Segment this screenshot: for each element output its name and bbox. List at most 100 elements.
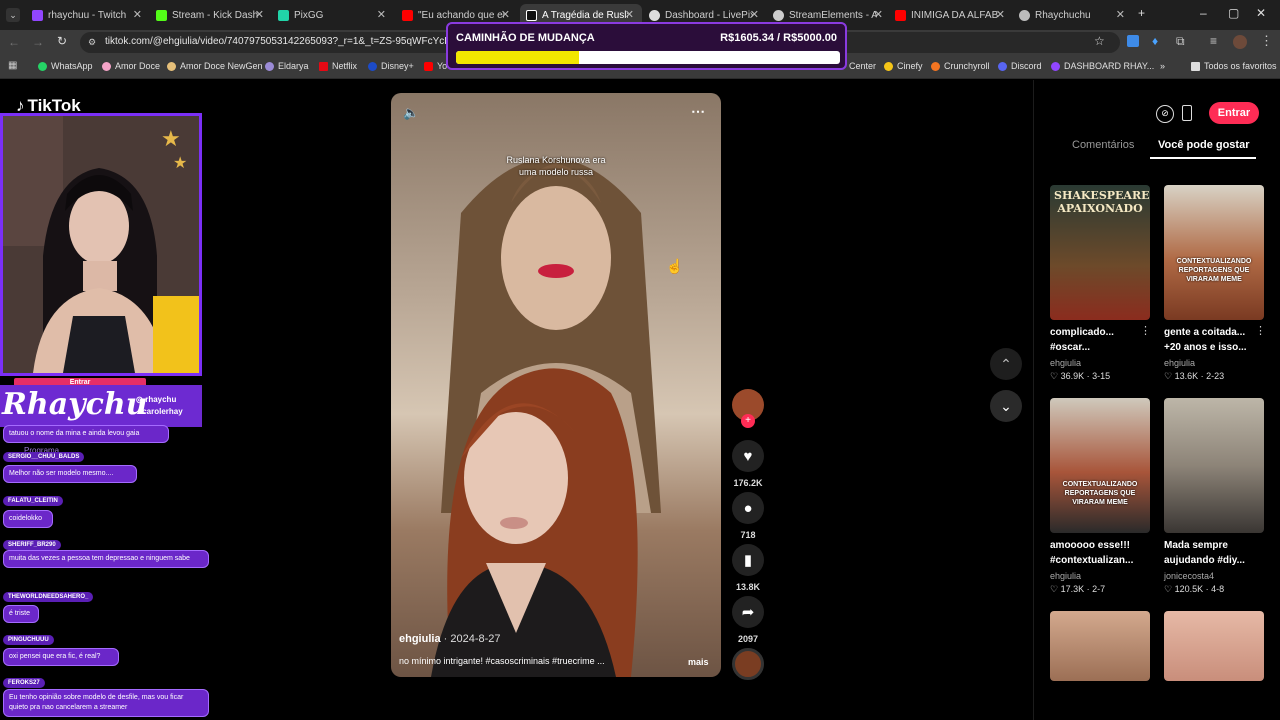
login-button[interactable]: Entrar (1209, 102, 1259, 124)
chat-username: FALATU_CLEITIN (3, 496, 63, 506)
suggestion-thumbnail[interactable]: SHAKESPEARE APAIXONADO (1050, 185, 1150, 320)
chat-username: SHERIFF_BR290 (3, 540, 61, 550)
bookmark-netflix[interactable]: Netflix (319, 61, 357, 71)
tiktok-handle: ♪ carolerhay (136, 407, 183, 416)
video-player[interactable]: 🔈 ⋯ Ruslana Korshunova era uma modelo ru… (391, 93, 721, 677)
video-author-line: ehgiulia · 2024-8-27 (399, 633, 501, 645)
new-tab-button[interactable]: + (1138, 6, 1145, 20)
extensions-icon[interactable]: ⧉ (1176, 34, 1185, 49)
profile-avatar[interactable] (1233, 35, 1247, 49)
youtube-icon (402, 9, 413, 21)
site-info-icon[interactable]: ⚙ (88, 37, 96, 48)
goal-progress-bar (456, 51, 840, 64)
browser-tab[interactable]: PixGG ✕ (272, 4, 394, 26)
volume-icon[interactable]: 🔈 (403, 105, 419, 121)
author-avatar-action[interactable]: + (732, 389, 764, 428)
like-count: 176.2K (733, 478, 763, 488)
suggestion-title[interactable]: Mada sempre aujudando #diy... (1164, 538, 1245, 568)
close-icon[interactable]: ✕ (996, 8, 1005, 21)
reload-icon[interactable]: ↻ (57, 34, 67, 48)
suggestion-user[interactable]: ehgiulia (1050, 571, 1081, 581)
mobile-icon[interactable] (1182, 105, 1192, 121)
download-icon[interactable] (1127, 35, 1139, 47)
tab-suggested[interactable]: Você pode gostar (1158, 139, 1249, 151)
chevron-up-icon: ⌃ (1000, 355, 1012, 372)
apps-icon[interactable]: ▦ (8, 60, 17, 71)
close-icon[interactable]: ✕ (625, 8, 634, 21)
suggestion-user[interactable]: ehgiulia (1050, 358, 1081, 368)
forward-icon[interactable]: → (32, 35, 44, 49)
bookmark-eldarya[interactable]: Eldarya (265, 61, 309, 71)
browser-tab[interactable]: Rhaychuchu ✕ (1013, 4, 1133, 26)
bookmark-dashboard[interactable]: DASHBOARD RHAY... (1051, 61, 1154, 71)
minimize-icon[interactable]: – (1200, 6, 1207, 20)
card-options-icon[interactable]: ⋮ (1140, 324, 1151, 337)
video-author[interactable]: ehgiulia (399, 633, 441, 645)
next-video-button[interactable]: ⌄ (990, 390, 1022, 422)
close-icon[interactable]: ✕ (377, 8, 386, 21)
close-icon[interactable]: ✕ (133, 8, 142, 21)
sound-disc-action[interactable] (732, 648, 764, 680)
browser-tab[interactable]: Stream - Kick Dashbo✕ (150, 4, 272, 26)
suggestion-title[interactable]: gente a coitada... +20 anos e isso... (1164, 325, 1247, 355)
close-icon[interactable]: ✕ (1116, 8, 1125, 21)
bookmark-icon[interactable]: ▮ (732, 544, 764, 576)
comment-action[interactable]: ● 718 (732, 492, 764, 540)
chat-message: Melhor não ser modelo mesmo.... (3, 465, 137, 483)
comment-icon[interactable]: ● (732, 492, 764, 524)
bookmark-discord[interactable]: Discord (998, 61, 1042, 71)
back-icon[interactable]: ← (8, 35, 20, 49)
suggestion-stats: ♡ 36.9K · 3-15 (1050, 371, 1111, 381)
maximize-icon[interactable]: ▢ (1228, 6, 1239, 20)
previous-video-button[interactable]: ⌃ (990, 348, 1022, 380)
bookmark-crunchyroll[interactable]: Crunchyroll (931, 61, 990, 71)
card-options-icon[interactable]: ⋮ (1255, 324, 1266, 337)
suggestion-user[interactable]: ehgiulia (1164, 358, 1195, 368)
suggestion-thumbnail[interactable]: CONTEXTUALIZANDO REPORTAGENS QUE VIRARAM… (1164, 185, 1264, 320)
chat-message: é triste (3, 605, 39, 623)
tab-search-icon[interactable]: ⌄ (6, 8, 20, 22)
close-icon[interactable]: ✕ (255, 8, 264, 21)
suggestion-thumbnail[interactable] (1164, 398, 1264, 533)
heart-icon[interactable]: ♥ (732, 440, 764, 472)
bookmark-amor-doce[interactable]: Amor Doce (102, 61, 160, 71)
share-action[interactable]: ➦ 2097 (732, 596, 764, 644)
close-icon[interactable]: ✕ (501, 8, 510, 21)
suggestion-thumbnail[interactable] (1050, 611, 1150, 681)
compass-icon[interactable]: ⊘ (1156, 105, 1174, 123)
streamelements-icon (773, 9, 784, 21)
more-options-icon[interactable]: ⋯ (691, 103, 705, 120)
bookmark-star-icon[interactable]: ☆ (1094, 34, 1105, 48)
suggestion-title[interactable]: complicado... #oscar... (1050, 325, 1114, 355)
sound-disc-icon[interactable] (732, 648, 764, 680)
bookmark-amor-doce-newgen[interactable]: Amor Doce NewGen (167, 61, 263, 71)
like-action[interactable]: ♥ 176.2K (732, 440, 764, 488)
suggestion-thumbnail[interactable] (1164, 611, 1264, 681)
bookmark-all-favorites[interactable]: Todos os favoritos (1191, 61, 1277, 71)
bookmark-whatsapp[interactable]: WhatsApp (38, 61, 93, 71)
tab-comments[interactable]: Comentários (1072, 139, 1134, 151)
more-link[interactable]: mais (688, 657, 709, 667)
chat-message: Eu tenho opinião sobre modelo de desfile… (3, 689, 209, 717)
suggestion-stats: ♡ 13.6K · 2-23 (1164, 371, 1225, 381)
browser-tab[interactable]: rhaychuu - Twitch ✕ (26, 4, 150, 26)
suggestion-user[interactable]: jonicecosta4 (1164, 571, 1214, 581)
browser-tab[interactable]: INIMIGA DA ALFABET✕ (889, 4, 1013, 26)
amor-doce-newgen-icon (167, 61, 176, 71)
bookmarks-overflow-icon[interactable]: » (1160, 61, 1165, 71)
suggestion-thumbnail[interactable]: CONTEXTUALIZANDO REPORTAGENS QUE VIRARAM… (1050, 398, 1150, 533)
follow-plus-icon[interactable]: + (741, 414, 755, 428)
window-close-icon[interactable]: ✕ (1256, 6, 1266, 20)
menu-icon[interactable]: ⋮ (1260, 33, 1273, 49)
extension-icon[interactable]: ♦ (1152, 34, 1158, 48)
suggestion-title[interactable]: amooooo esse!!! #contextualizan... (1050, 538, 1133, 568)
close-icon[interactable]: ✕ (874, 8, 883, 21)
bookmark-youtube[interactable]: Yo (424, 61, 447, 71)
close-icon[interactable]: ✕ (750, 8, 759, 21)
save-action[interactable]: ▮ 13.8K (732, 544, 764, 592)
media-icon[interactable]: ≡ (1210, 34, 1217, 48)
share-icon[interactable]: ➦ (732, 596, 764, 628)
bookmark-center[interactable]: Center (849, 61, 876, 71)
bookmark-cinefy[interactable]: Cinefy (884, 61, 923, 71)
bookmark-disney[interactable]: Disney+ (368, 61, 414, 71)
